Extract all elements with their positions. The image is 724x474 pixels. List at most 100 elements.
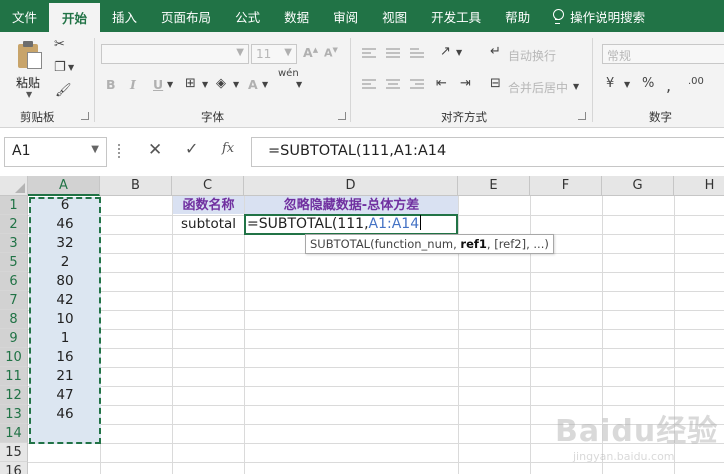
row-header[interactable]: 6 — [0, 272, 28, 291]
merge-center-button[interactable]: 合并后居中 — [508, 79, 568, 96]
cell-a1[interactable]: 6 — [30, 196, 100, 215]
currency-dropdown-icon[interactable]: ▼ — [624, 80, 630, 89]
cell-a8[interactable]: 10 — [30, 310, 100, 329]
border-dropdown-icon[interactable]: ▼ — [202, 80, 208, 89]
cell-a2[interactable]: 46 — [30, 215, 100, 234]
column-header-b[interactable]: B — [100, 176, 172, 196]
enter-icon[interactable]: ✓ — [185, 139, 198, 158]
clipboard-launcher-icon[interactable] — [81, 112, 89, 120]
decrease-font-icon[interactable]: A▼ — [324, 46, 338, 60]
column-header-f[interactable]: F — [530, 176, 602, 196]
row-header[interactable]: 9 — [0, 329, 28, 348]
cell-a3[interactable]: 32 — [30, 234, 100, 253]
alignment-launcher-icon[interactable] — [578, 112, 586, 120]
row-header[interactable]: 16 — [0, 462, 28, 474]
underline-button[interactable]: U — [153, 77, 163, 92]
row-header[interactable]: 1 — [0, 196, 28, 215]
font-size-combo[interactable]: 11 ▼ — [251, 44, 297, 64]
bold-button[interactable]: B — [106, 77, 116, 92]
tab-review[interactable]: 审阅 — [321, 0, 370, 32]
align-bottom-icon[interactable] — [410, 48, 424, 60]
tab-home[interactable]: 开始 — [49, 3, 101, 32]
font-name-combo[interactable]: ▼ — [101, 44, 249, 64]
column-header-c[interactable]: C — [172, 176, 244, 196]
cell-a9[interactable]: 1 — [30, 329, 100, 348]
currency-icon[interactable]: ¥ — [606, 76, 614, 91]
format-painter-icon[interactable]: 🖌 — [55, 83, 72, 98]
cell-c2[interactable]: subtotal — [181, 215, 236, 234]
row-header[interactable]: 14 — [0, 424, 28, 443]
cell-a12[interactable]: 47 — [30, 386, 100, 405]
column-header-h[interactable]: H — [674, 176, 724, 196]
underline-dropdown-icon[interactable]: ▼ — [167, 80, 173, 89]
name-box[interactable]: A1 ▼ — [4, 137, 107, 167]
align-middle-icon[interactable] — [386, 48, 400, 60]
column-header-d[interactable]: D — [244, 176, 458, 196]
align-center-icon[interactable] — [386, 79, 400, 91]
align-left-icon[interactable] — [362, 79, 376, 91]
percent-icon[interactable]: % — [642, 76, 654, 91]
decrease-indent-icon[interactable]: ⇤ — [436, 76, 447, 91]
phonetic-guide-icon[interactable]: wén — [278, 68, 299, 79]
row-header[interactable]: 3 — [0, 234, 28, 253]
fill-dropdown-icon[interactable]: ▼ — [233, 80, 239, 89]
italic-button[interactable]: I — [130, 77, 136, 92]
tab-page-layout[interactable]: 页面布局 — [149, 0, 223, 32]
merge-center-icon[interactable]: ⊟ — [490, 76, 501, 91]
tab-formulas[interactable]: 公式 — [223, 0, 272, 32]
align-right-icon[interactable] — [410, 79, 424, 91]
wrap-text-icon[interactable]: ↵ — [490, 44, 501, 59]
orientation-icon[interactable]: ↗ — [440, 44, 451, 59]
worksheet-grid[interactable]: A B C D E F G H 1 2 3 5 6 7 8 9 10 11 12… — [0, 176, 724, 474]
column-header-e[interactable]: E — [458, 176, 530, 196]
paste-dropdown-icon[interactable]: ▼ — [26, 90, 32, 99]
tab-developer[interactable]: 开发工具 — [419, 0, 493, 32]
font-color-icon[interactable]: A — [248, 77, 258, 92]
formula-input[interactable]: =SUBTOTAL(111,A1:A14 — [251, 137, 724, 167]
paste-button[interactable]: 粘贴 — [16, 74, 40, 91]
insert-function-icon[interactable]: fx — [222, 141, 234, 156]
copy-dropdown-icon[interactable]: ▼ — [68, 63, 74, 72]
cell-a13[interactable]: 46 — [30, 405, 100, 424]
cell-a5[interactable]: 2 — [30, 253, 100, 272]
cell-d2-edit-text[interactable]: =SUBTOTAL(111,A1:A14 — [247, 215, 422, 234]
comma-style-icon[interactable]: , — [666, 76, 671, 95]
cancel-icon[interactable]: ✕ — [148, 140, 162, 160]
font-color-dropdown-icon[interactable]: ▼ — [262, 80, 268, 89]
increase-decimal-icon[interactable]: .00 — [688, 76, 704, 87]
row-header[interactable]: 8 — [0, 310, 28, 329]
cell-c1[interactable]: 函数名称 — [173, 196, 244, 214]
paste-icon[interactable] — [16, 40, 44, 70]
formula-bar-grip[interactable] — [118, 144, 121, 158]
orientation-dropdown-icon[interactable]: ▼ — [456, 48, 462, 57]
tell-me-search[interactable]: 操作说明搜索 — [542, 0, 645, 32]
font-launcher-icon[interactable] — [338, 112, 346, 120]
copy-icon[interactable]: ❐ — [54, 60, 66, 75]
row-header[interactable]: 13 — [0, 405, 28, 424]
cell-a7[interactable]: 42 — [30, 291, 100, 310]
cell-d1[interactable]: 忽略隐藏数据-总体方差 — [245, 196, 458, 214]
row-header[interactable]: 15 — [0, 443, 28, 462]
number-format-combo[interactable]: 常规 — [602, 44, 724, 64]
tab-help[interactable]: 帮助 — [493, 0, 542, 32]
cell-a10[interactable]: 16 — [30, 348, 100, 367]
row-header[interactable]: 2 — [0, 215, 28, 234]
tab-view[interactable]: 视图 — [370, 0, 419, 32]
merge-dropdown-icon[interactable]: ▼ — [573, 82, 579, 91]
fill-color-icon[interactable]: ◈ — [216, 76, 226, 91]
tab-insert[interactable]: 插入 — [100, 0, 149, 32]
tab-file[interactable]: 文件 — [0, 0, 49, 32]
select-all-button[interactable] — [0, 176, 28, 196]
row-header[interactable]: 10 — [0, 348, 28, 367]
increase-font-icon[interactable]: A▲ — [303, 45, 318, 60]
increase-indent-icon[interactable]: ⇥ — [460, 76, 471, 91]
function-argument-tooltip[interactable]: SUBTOTAL(function_num, ref1, [ref2], ...… — [305, 234, 554, 254]
border-icon[interactable]: ⊞ — [185, 76, 196, 91]
column-header-g[interactable]: G — [602, 176, 674, 196]
phonetic-dropdown-icon[interactable]: ▼ — [296, 80, 302, 89]
row-header[interactable]: 12 — [0, 386, 28, 405]
chevron-down-icon[interactable]: ▼ — [91, 144, 99, 155]
wrap-text-button[interactable]: 自动换行 — [508, 47, 556, 64]
row-header[interactable]: 5 — [0, 253, 28, 272]
column-header-a[interactable]: A — [28, 176, 100, 196]
